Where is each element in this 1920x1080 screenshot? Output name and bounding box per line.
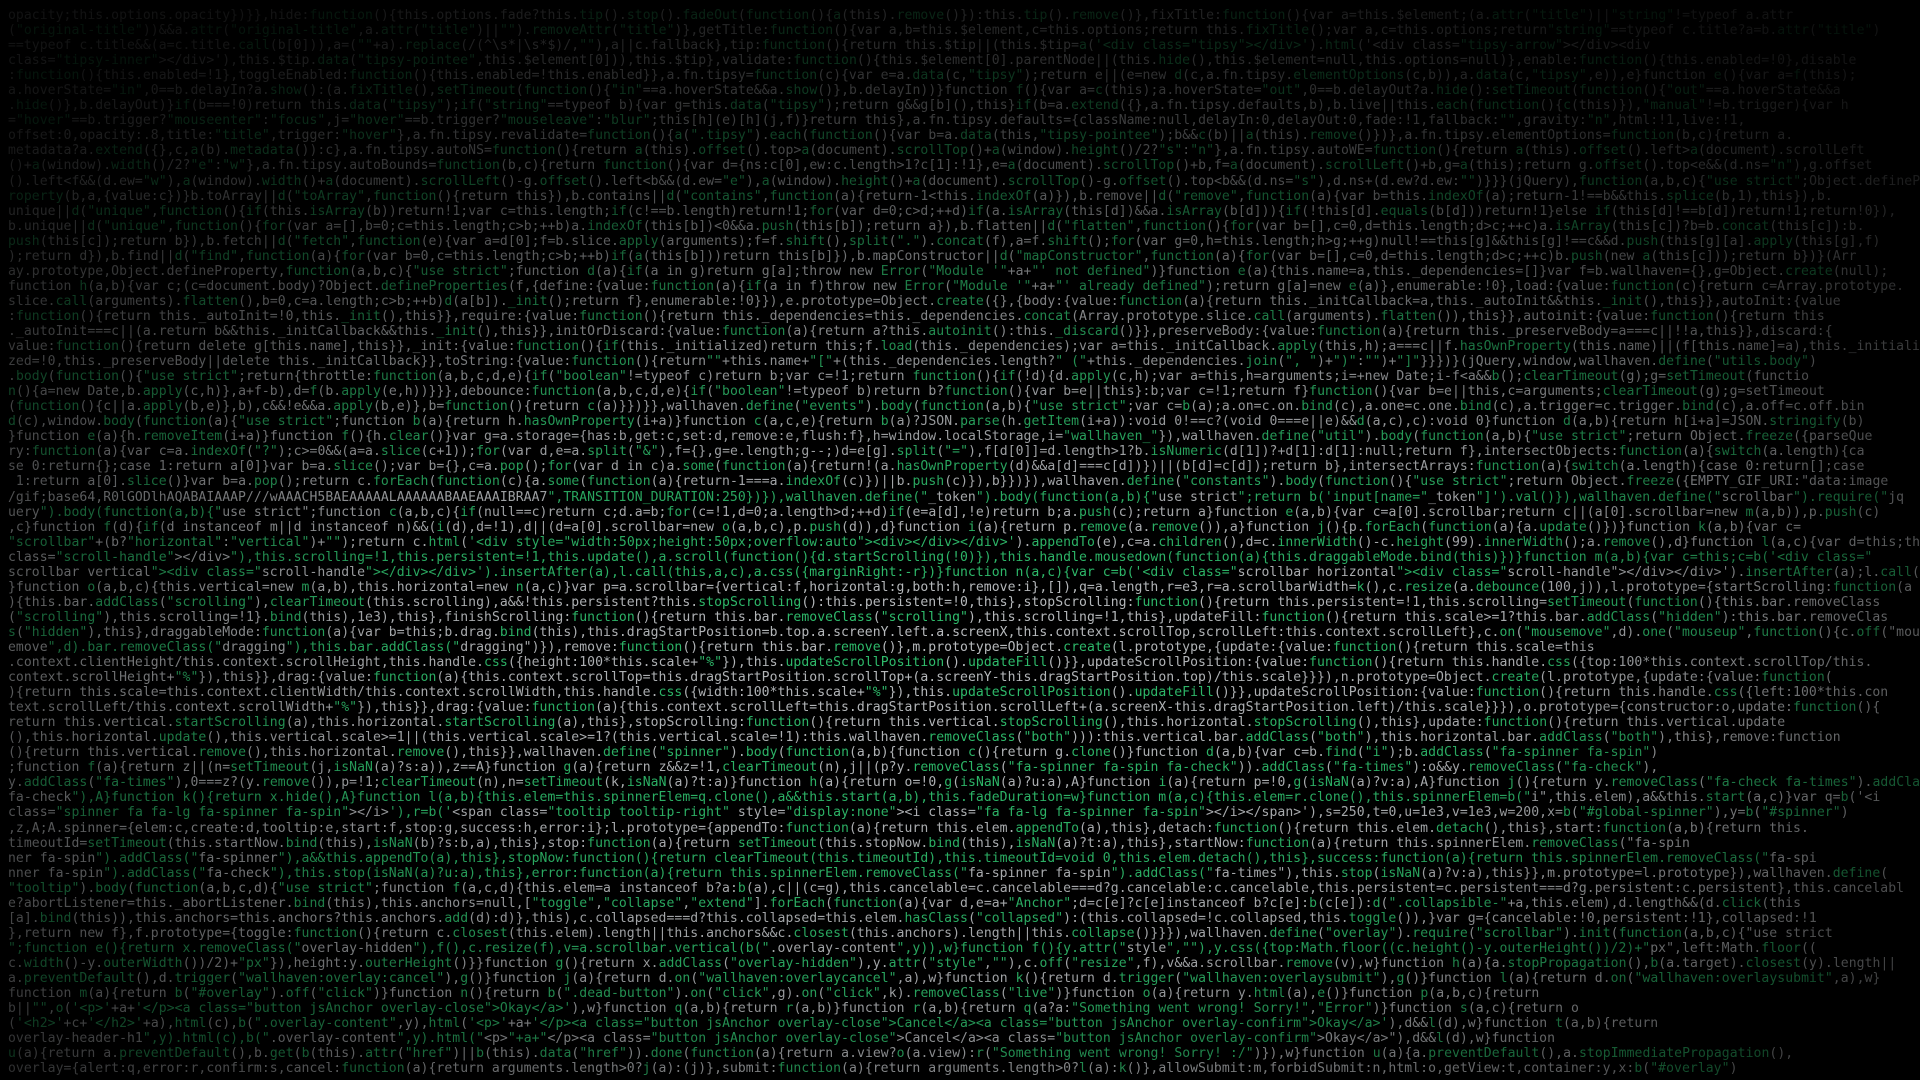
code-line: value:function(){return delete g[this.na… (8, 339, 1920, 355)
code-line: emove",d).bar.removeClass("dragging"),th… (8, 639, 1595, 655)
code-line: slice.call(arguments).flatten(),b=0,c=a.… (8, 293, 1841, 309)
code-line: unique||d("unique",function(){if(this.is… (8, 203, 1897, 219)
code-line: 1:return a[0].slice()}var b=a.pop();retu… (8, 474, 1889, 490)
code-line: (){return this.vertical.remove(),this.ho… (8, 745, 1659, 761)
code-line: zed=!0,this._preserveBody||delete this._… (8, 354, 1817, 370)
code-line: ner fa-spin").addClass("fa-spinner"),a&&… (8, 850, 1817, 866)
code-line: ._autoInit===c||(a.return b&&this._initC… (8, 323, 1833, 339)
code-wallpaper: opacity;this.options.opacity})}},hide:fu… (0, 0, 1920, 1080)
code-line: nner fa-spin").addClass("fa-check"),this… (8, 865, 1889, 881)
code-line: );return d}),b.find||d("find",function(a… (8, 248, 1857, 264)
minified-code-text: opacity;this.options.opacity})}},hide:fu… (8, 8, 1920, 1076)
code-line: .context.clientHeight/this.context.scrol… (8, 655, 1873, 671)
code-line: ;function f(a){return z||(n=setTimeout(j… (8, 760, 1659, 776)
code-line: scrollbar vertical"><div class="scroll-h… (8, 564, 1920, 580)
code-line: e?abortListener=this._abortListener.bind… (8, 895, 1802, 911)
code-line: opacity;this.options.opacity})}},hide:fu… (8, 8, 1794, 23)
code-line: overlay-header-h1",y).html(c),b(".overla… (8, 1031, 1556, 1047)
code-line: ("original-title"))&&a.attr("original-ti… (8, 23, 1881, 39)
code-line: d(c),window.body(function(a){"use strict… (8, 414, 1865, 430)
code-line: offset:0,opacity:.8,title:"title",trigge… (8, 128, 1794, 144)
code-line: ==typeof c.title&&(a=c.title.call(b[0]))… (8, 38, 1651, 54)
code-line: ().left<f&&(d.ew="w"),a(window).width()+… (8, 173, 1920, 189)
code-line: }function e(a){h.removeItem(i+a)}functio… (8, 429, 1873, 445)
code-line: ,z,A;A.spinner={elem:c,create:d,tooltip:… (8, 820, 1809, 836)
code-line: ry:function(a){var c=a.indexOf("?");c>=0… (8, 444, 1865, 460)
code-line: uery").body(function(a,b){"use strict";f… (8, 504, 1881, 520)
code-line: :function(){this.enabled=!1},toggleEnabl… (8, 68, 1857, 84)
code-line: timeoutId=setTimeout(this.startNow.bind(… (8, 835, 1690, 851)
code-line: ,c}function f(d){if(d instanceof m||d in… (8, 519, 1802, 535)
code-line: ="hover"==b.trigger?"mouseenter":"focus"… (8, 113, 1746, 129)
code-line: b.unique||d("unique",function(){for(var … (8, 218, 1865, 234)
code-line: n(){a=new Date,b.apply(c,h)},a+f-b),d=f(… (8, 384, 1825, 400)
code-line: "scrollbar"+(b?"horizontal":"vertical")+… (8, 534, 1920, 550)
code-line: roperty(b,a,{value:c})}b.toArray||d("toA… (8, 188, 1833, 204)
code-line: ";function e(){return x.removeClass("ove… (8, 940, 1817, 956)
code-line: y.addClass("fa-times"),0===z?(y.remove()… (8, 775, 1920, 791)
code-line: function m(a){return b("#overlay").off("… (8, 986, 1540, 1002)
code-line: ('<h2>'+c+'</h2>'+a),html(c),b(".overlay… (8, 1016, 1659, 1032)
code-line: },return new f},f.prototype={toggle:func… (8, 925, 1833, 941)
code-line: se 0:return{};case 1:return a[0]}var b=a… (8, 459, 1865, 475)
code-line: b||"",o('<p>'+a+'</p><a class="button js… (8, 1001, 1579, 1017)
code-line: }function o(a,b,c){this.vertical=new m(a… (8, 579, 1913, 595)
code-line: "tooltip").body(function(a,b,c,d){"use s… (8, 880, 1905, 896)
code-line: [a].bind(this)),this.anchors=this.anchor… (8, 910, 1817, 926)
code-line: fa-check"),A}function k(){return x.hide(… (8, 790, 1881, 806)
code-line: .hide()},b.delayOut)}if(b===!0)return th… (8, 98, 1849, 114)
code-line: function h(a,b){var c;(c=document.body)?… (8, 278, 1905, 294)
code-line: (),this.horizontal.update(),this.vertica… (8, 730, 1841, 746)
code-line: class="scroll-handle"></div>"),this.scro… (8, 549, 1873, 565)
code-line: s("hidden"),this},draggableMode:function… (8, 624, 1920, 640)
code-line: c.width()-y.outerWidth())/2)+"px"}),heig… (8, 955, 1897, 971)
code-line: :function(){return this._autoInit=!0,thi… (8, 308, 1825, 324)
code-line: ()+a(window).width()/2?"e":"w"},a.fn.tip… (8, 158, 1873, 174)
code-line: ay.prototype,Object.defineProperty,funct… (8, 263, 1889, 279)
code-line: text.scrollLeft/this.context.scrollWidth… (8, 700, 1881, 716)
code-line: a.hoverState="in",0==b.delayIn?a.show():… (8, 83, 1841, 99)
code-line: (function(){c||a.apply(b,e)},b),c&&!e&&a… (8, 399, 1865, 415)
code-line: return this.vertical.startScrolling(a),t… (8, 715, 1786, 731)
code-line: a.preventDefault(),d.trigger("wallhaven:… (8, 971, 1881, 986)
code-line: push(this[c]);return b}),b.fetch||d("fet… (8, 233, 1881, 249)
code-line: metadata?a.extend({},c,a(b).metadata()):… (8, 143, 1865, 159)
code-line: .body(function(){"use strict";return{thr… (8, 369, 1809, 385)
code-line: class="tipsy-inner"></div>'),this.$tip.d… (8, 53, 1857, 69)
code-line: ){return this.scale=this.context.clientW… (8, 685, 1889, 701)
code-line: context.scrollHeight+"%"}),this}},drag:{… (8, 670, 1833, 686)
code-line: overlay={alert:q,error:r,confirm:s,cance… (8, 1061, 1738, 1077)
code-line: ("scrolling"),this.scrolling=!1}.bind(th… (8, 609, 1889, 625)
code-line: u(a){return a.preventDefault(),b.get(b(t… (8, 1046, 1794, 1062)
code-line: class="spinner fa fa-lg fa-spinner fa-sp… (8, 805, 1849, 821)
code-line: /gif;base64,R0lGODlhAQABAIAAAP///wAAACH5… (8, 489, 1905, 505)
code-line: ){this.bar.addClass("scrolling"),clearTi… (8, 594, 1881, 610)
